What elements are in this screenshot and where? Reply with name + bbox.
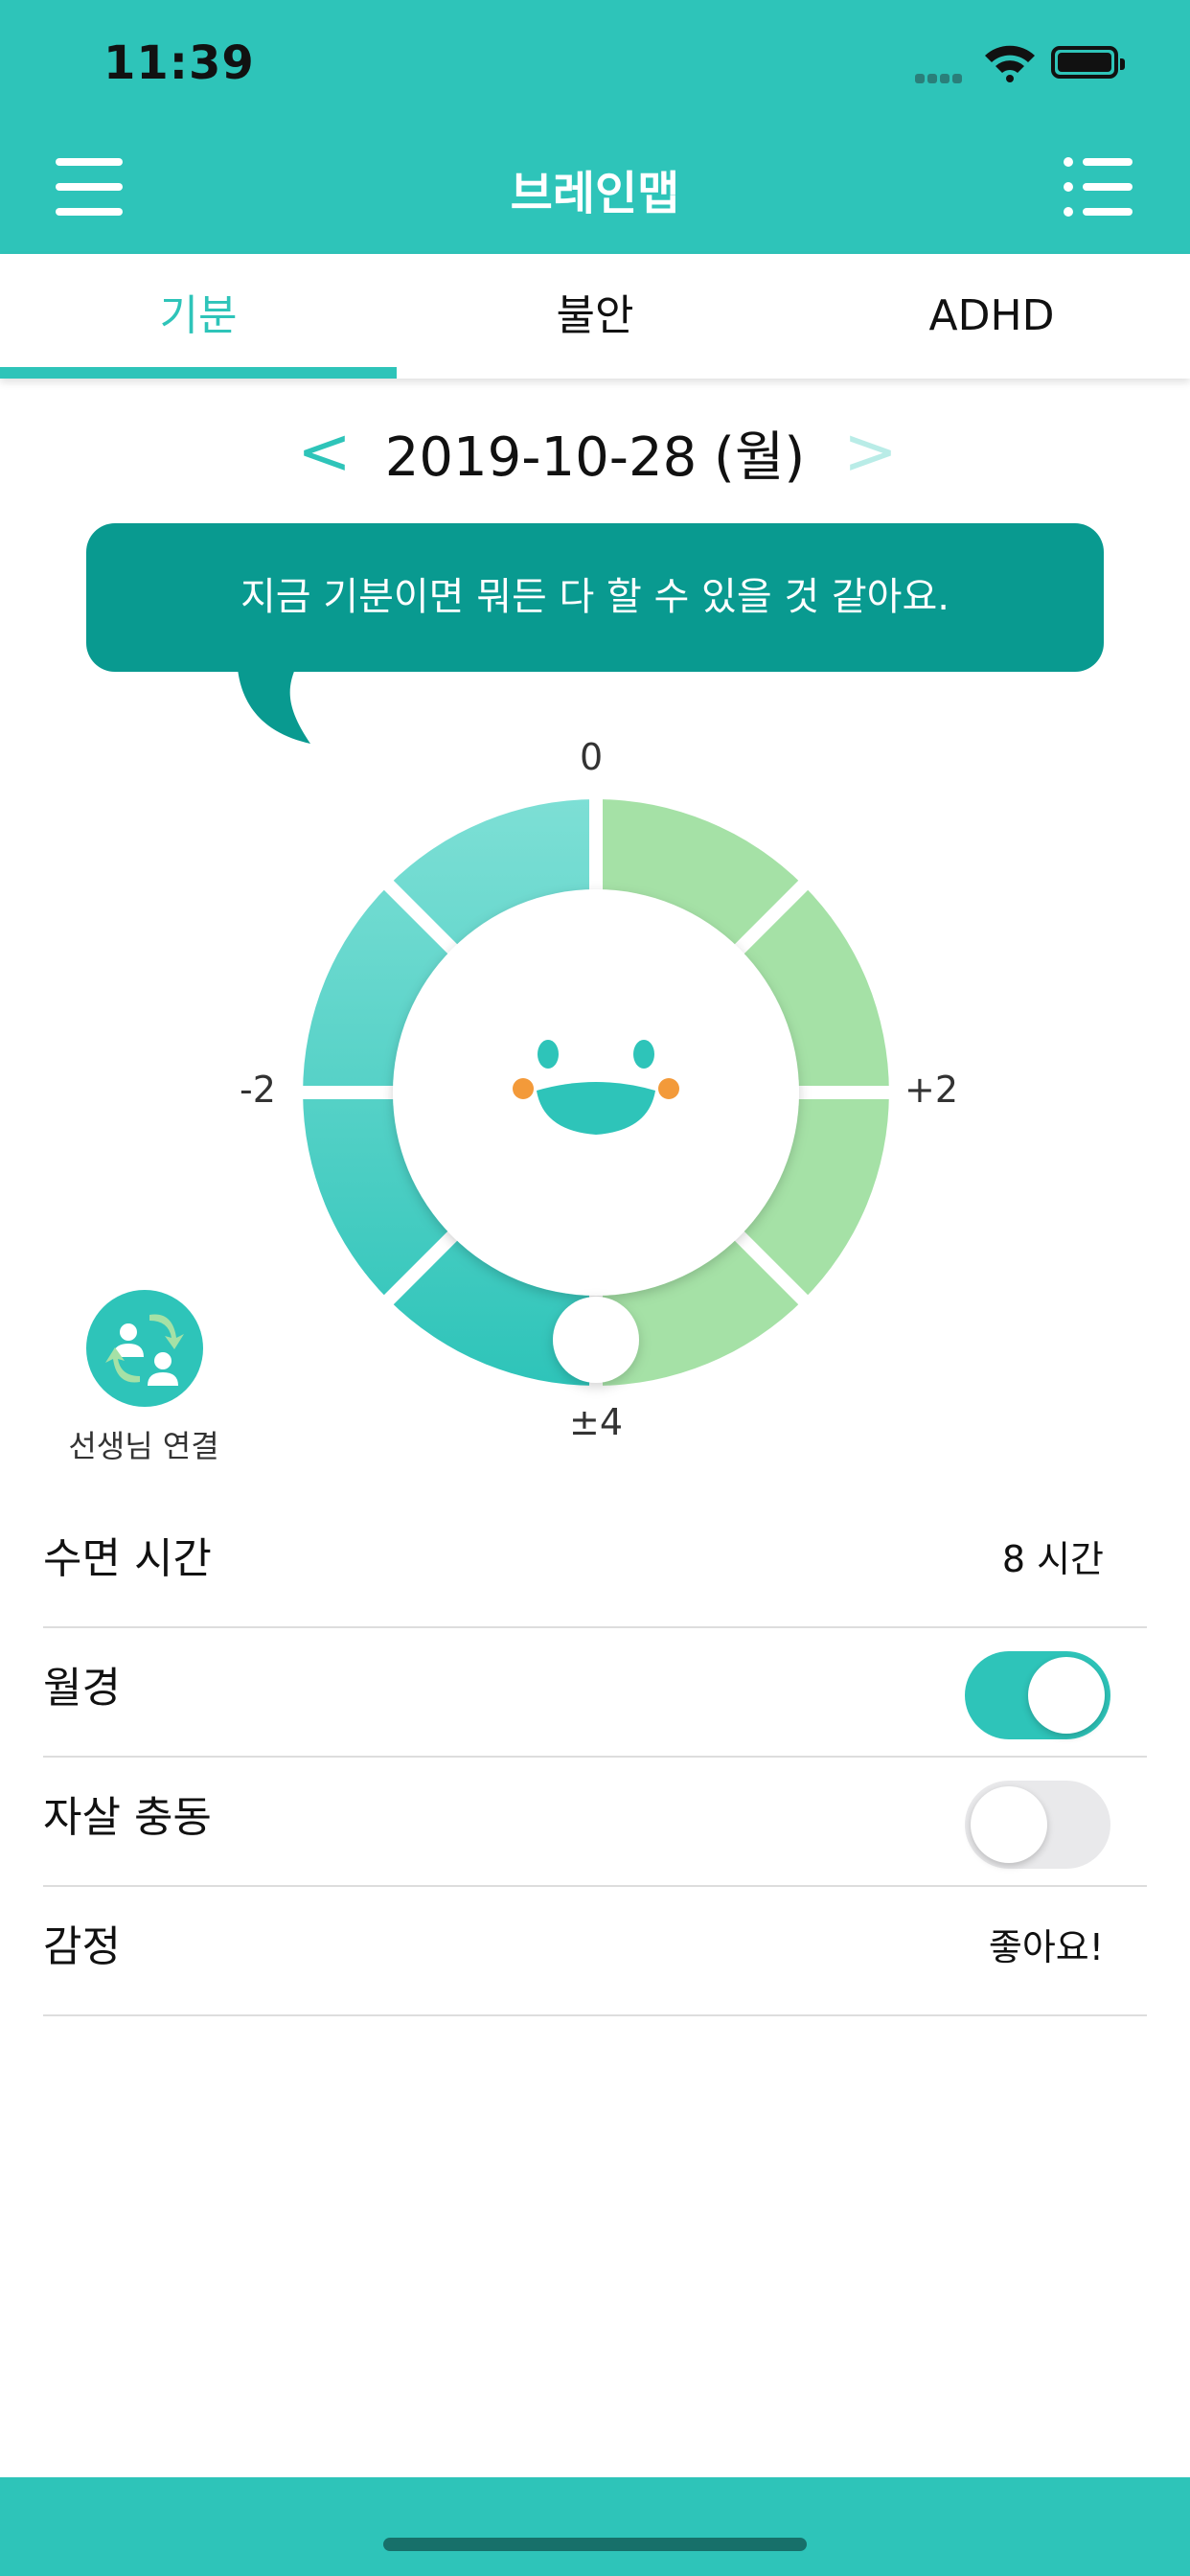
tab-adhd[interactable]: ADHD: [793, 254, 1190, 379]
menstruation-row: 월경: [43, 1626, 1147, 1758]
menstruation-toggle[interactable]: [965, 1651, 1110, 1739]
wheel-label-bottom: ±4: [569, 1401, 624, 1443]
battery-icon: [1051, 46, 1125, 79]
mood-slider-handle: [553, 1297, 639, 1383]
wheel-label-top: 0: [580, 736, 604, 778]
emotion-label: 감정: [43, 1922, 121, 1971]
wheel-label-right: +2: [904, 1069, 959, 1111]
tab-bar: 기분 불안 ADHD: [0, 254, 1190, 379]
home-indicator[interactable]: [383, 2538, 807, 2551]
tab-mood[interactable]: 기분: [0, 254, 397, 379]
current-date: 2019-10-28 (월): [384, 426, 806, 489]
list-menu-icon[interactable]: [1064, 157, 1133, 218]
wifi-icon: [983, 42, 1037, 86]
teacher-connect-button[interactable]: [86, 1290, 203, 1407]
suicidal-impulse-label: 자살 충동: [43, 1793, 212, 1842]
next-date-button[interactable]: >: [843, 414, 898, 490]
suicidal-impulse-row: 자살 충동: [43, 1756, 1147, 1887]
emotion-row[interactable]: 감정 좋아요!: [43, 1885, 1147, 2016]
status-time: 11:39: [103, 36, 255, 90]
menstruation-label: 월경: [43, 1664, 121, 1713]
active-tab-indicator: [0, 367, 397, 379]
page-title: 브레인맵: [510, 167, 680, 220]
mood-wheel[interactable]: [289, 786, 903, 1399]
sleep-time-label: 수면 시간: [43, 1534, 212, 1583]
teacher-connect-label: 선생님 연결: [68, 1428, 219, 1464]
people-sync-icon: [105, 1314, 184, 1386]
wheel-label-left: -2: [240, 1069, 276, 1111]
cellular-signal-icon: [915, 69, 965, 87]
bubble-tail-icon: [238, 669, 310, 744]
message-text: 지금 기분이면 뭐든 다 할 수 있을 것 같아요.: [240, 575, 950, 619]
sleep-time-value: 8 시간: [1001, 1538, 1104, 1580]
bottom-bar: [0, 2477, 1190, 2576]
tab-anxiety[interactable]: 불안: [397, 254, 793, 379]
emotion-value: 좋아요!: [988, 1926, 1104, 1968]
suicidal-impulse-toggle[interactable]: [965, 1781, 1110, 1869]
sleep-time-row[interactable]: 수면 시간 8 시간: [43, 1497, 1147, 1628]
